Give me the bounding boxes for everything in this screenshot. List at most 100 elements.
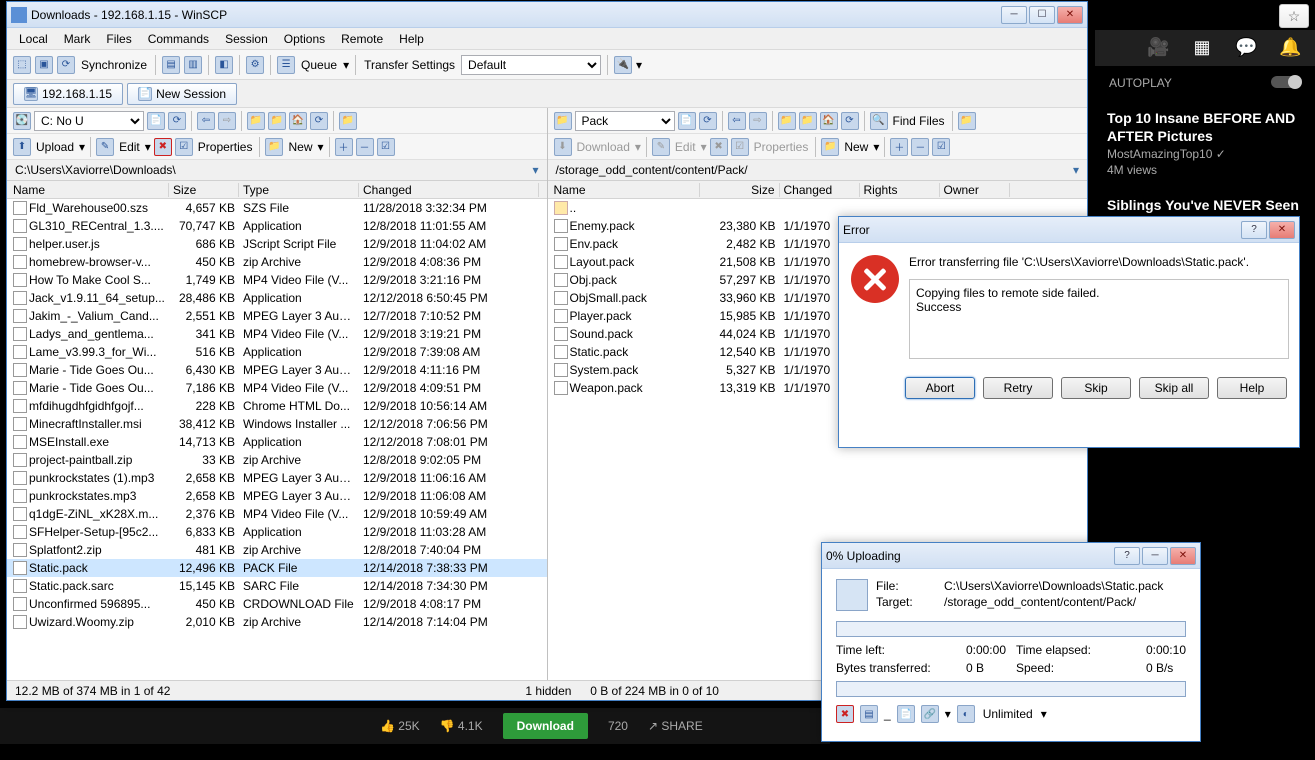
yt-autoplay-toggle[interactable] xyxy=(1271,76,1301,88)
upload-button[interactable]: Upload xyxy=(34,140,76,154)
file-row[interactable]: Jack_v1.9.11_64_setup...28,486 KBApplica… xyxy=(7,289,547,307)
video-download-button[interactable]: Download xyxy=(503,713,588,739)
file-row[interactable]: Splatfont2.zip481 KBzip Archive12/8/2018… xyxy=(7,541,547,559)
folder-icon[interactable]: 📁 xyxy=(339,112,357,130)
new-button[interactable]: New xyxy=(286,140,314,154)
delete-icon[interactable]: ✖ xyxy=(154,138,172,156)
favorites-icon[interactable]: 📄 xyxy=(678,112,696,130)
new-folder-icon[interactable]: 📁 xyxy=(821,138,839,156)
menu-mark[interactable]: Mark xyxy=(56,30,99,48)
gear-icon[interactable]: ⚙ xyxy=(246,56,264,74)
plus-icon[interactable]: ＋ xyxy=(335,138,353,156)
favorites-icon[interactable]: 📄 xyxy=(147,112,165,130)
back-icon[interactable]: ⇦ xyxy=(728,112,746,130)
yt-notifications-icon[interactable]: 🔔 xyxy=(1279,37,1301,59)
check-icon[interactable]: ☑ xyxy=(932,138,950,156)
home-icon[interactable]: 🏠 xyxy=(820,112,838,130)
file-row[interactable]: SFHelper-Setup-[95c2...6,833 KBApplicati… xyxy=(7,523,547,541)
help-button[interactable]: ? xyxy=(1241,221,1267,239)
refresh-icon[interactable]: ⟳ xyxy=(310,112,328,130)
menu-files[interactable]: Files xyxy=(98,30,139,48)
edit-button[interactable]: Edit xyxy=(117,140,142,154)
sync-icon[interactable]: ⟳ xyxy=(57,56,75,74)
retry-button[interactable]: Retry xyxy=(983,377,1053,399)
toolbar-icon[interactable]: ◧ xyxy=(215,56,233,74)
refresh-icon[interactable]: ⟳ xyxy=(168,112,186,130)
parent-dir-row[interactable]: .. xyxy=(548,199,1088,217)
file-row[interactable]: GL310_RECentral_1.3....70,747 KBApplicat… xyxy=(7,217,547,235)
menu-help[interactable]: Help xyxy=(391,30,432,48)
close-button[interactable]: ✕ xyxy=(1269,221,1295,239)
file-row[interactable]: Lame_v3.99.3_for_Wi...516 KBApplication1… xyxy=(7,343,547,361)
file-row[interactable]: Static.pack.sarc15,145 KBSARC File12/14/… xyxy=(7,577,547,595)
transfer-settings-select[interactable]: Default xyxy=(461,55,601,75)
queue-icon[interactable]: ☰ xyxy=(277,56,295,74)
toolbar-icon[interactable]: ▣ xyxy=(35,56,53,74)
minimize-button[interactable]: ─ xyxy=(1001,6,1027,24)
file-row[interactable]: mfdihugdhfgidhfgojf...228 KBChrome HTML … xyxy=(7,397,547,415)
file-row[interactable]: Uwizard.Woomy.zip2,010 KBzip Archive12/1… xyxy=(7,613,547,631)
check-icon[interactable]: ☑ xyxy=(377,138,395,156)
file-row[interactable]: MinecraftInstaller.msi38,412 KBWindows I… xyxy=(7,415,547,433)
toolbar-icon[interactable]: ▥ xyxy=(184,56,202,74)
file-row[interactable]: MSEInstall.exe14,713 KBApplication12/12/… xyxy=(7,433,547,451)
maximize-button[interactable]: ☐ xyxy=(1029,6,1055,24)
column-header[interactable]: Type xyxy=(239,183,359,197)
file-row[interactable]: Jakim_-_Valium_Cand...2,551 KBMPEG Layer… xyxy=(7,307,547,325)
menu-local[interactable]: Local xyxy=(11,30,56,48)
yt-messages-icon[interactable]: 💬 xyxy=(1235,37,1257,59)
cancel-icon[interactable]: ✖ xyxy=(836,705,854,723)
close-button[interactable]: ✕ xyxy=(1057,6,1083,24)
skip-all-button[interactable]: Skip all xyxy=(1139,377,1209,399)
menu-remote[interactable]: Remote xyxy=(333,30,391,48)
queue-button[interactable]: Queue xyxy=(299,58,339,72)
column-header[interactable]: Changed xyxy=(780,183,860,197)
props-icon[interactable]: ☑ xyxy=(175,138,193,156)
toolbar-icon[interactable]: ⬚ xyxy=(13,56,31,74)
plus-icon[interactable]: ＋ xyxy=(890,138,908,156)
toolbar-icon[interactable]: ▤ xyxy=(162,56,180,74)
yt-apps-icon[interactable]: ▦ xyxy=(1191,37,1213,59)
back-icon[interactable]: ⇦ xyxy=(197,112,215,130)
column-header[interactable]: Changed xyxy=(359,183,539,197)
close-button[interactable]: ✕ xyxy=(1170,547,1196,565)
help-button[interactable]: Help xyxy=(1217,377,1287,399)
skip-button[interactable]: Skip xyxy=(1061,377,1131,399)
folder-icon[interactable]: 📁 xyxy=(799,112,817,130)
file-row[interactable]: punkrockstates.mp32,658 KBMPEG Layer 3 A… xyxy=(7,487,547,505)
folder-icon[interactable]: 📁 xyxy=(268,112,286,130)
menu-options[interactable]: Options xyxy=(276,30,333,48)
column-header[interactable]: Size xyxy=(700,183,780,197)
remote-drive-select[interactable]: Pack xyxy=(575,111,675,131)
refresh-icon[interactable]: ⟳ xyxy=(699,112,717,130)
titlebar[interactable]: Downloads - 192.168.1.15 - WinSCP ─ ☐ ✕ xyxy=(7,2,1087,28)
refresh-icon[interactable]: ⟳ xyxy=(841,112,859,130)
menu-session[interactable]: Session xyxy=(217,30,276,48)
speed-icon[interactable]: ◐ xyxy=(957,705,975,723)
find-files-button[interactable]: Find Files xyxy=(891,114,947,128)
session-tab-active[interactable]: 🖥192.168.1.15 xyxy=(13,83,123,105)
folder-icon[interactable]: 📁 xyxy=(958,112,976,130)
edit-icon[interactable]: ✎ xyxy=(96,138,114,156)
file-row[interactable]: helper.user.js686 KBJScript Script File1… xyxy=(7,235,547,253)
file-row[interactable]: Marie - Tide Goes Ou...7,186 KBMP4 Video… xyxy=(7,379,547,397)
local-file-list[interactable]: NameSizeTypeChanged Fld_Warehouse00.szs4… xyxy=(7,181,547,680)
minus-icon[interactable]: － xyxy=(911,138,929,156)
file-row[interactable]: Fld_Warehouse00.szs4,657 KBSZS File11/28… xyxy=(7,199,547,217)
help-button[interactable]: ? xyxy=(1114,547,1140,565)
file-row[interactable]: punkrockstates (1).mp32,658 KBMPEG Layer… xyxy=(7,469,547,487)
folder-icon[interactable]: 📁 xyxy=(554,112,572,130)
new-button[interactable]: New xyxy=(842,140,870,154)
file-row[interactable]: Marie - Tide Goes Ou...6,430 KBMPEG Laye… xyxy=(7,361,547,379)
column-header[interactable]: Name xyxy=(550,183,700,197)
local-drive-select[interactable]: C: No U xyxy=(34,111,144,131)
drive-icon[interactable]: 💽 xyxy=(13,112,31,130)
yt-recommendation[interactable]: Top 10 Insane BEFORE AND AFTER PicturesM… xyxy=(1095,100,1315,187)
minimize-icon[interactable]: ▤ xyxy=(860,705,878,723)
properties-button[interactable]: Properties xyxy=(196,140,255,154)
file-row[interactable]: homebrew-browser-v...450 KBzip Archive12… xyxy=(7,253,547,271)
synchronize-button[interactable]: Synchronize xyxy=(79,58,149,72)
column-header[interactable]: Name xyxy=(9,183,169,197)
new-session-tab[interactable]: 📄New Session xyxy=(127,83,237,105)
toolbar-icon[interactable]: 🔗 xyxy=(921,705,939,723)
